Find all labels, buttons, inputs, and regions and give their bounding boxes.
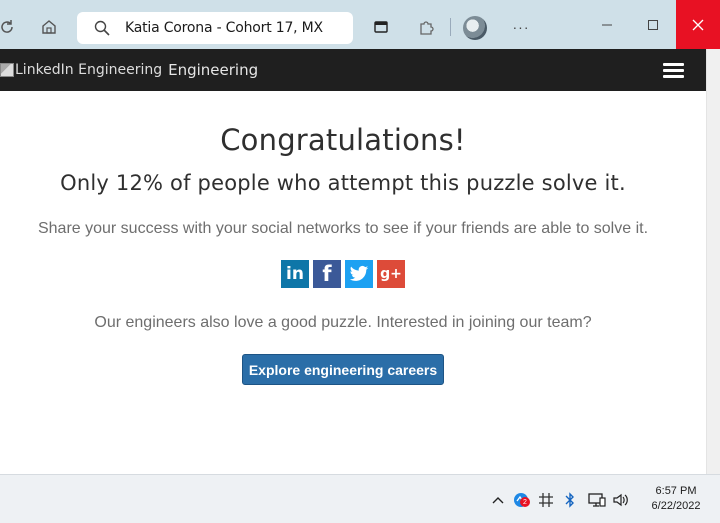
refresh-icon[interactable] xyxy=(0,12,22,42)
windows-taskbar xyxy=(0,474,720,523)
site-header: LinkedIn Engineering Engineering xyxy=(0,49,706,91)
clock-date: 6/22/2022 xyxy=(651,500,701,512)
bluetooth-icon[interactable] xyxy=(561,491,579,509)
main-content: Congratulations! Only 12% of people who … xyxy=(0,91,706,474)
toolbar-separator xyxy=(450,18,451,36)
display-network-icon[interactable] xyxy=(588,491,606,509)
more-options-icon[interactable]: ··· xyxy=(506,12,536,42)
share-text: Share your success with your social netw… xyxy=(37,220,649,237)
twitter-icon[interactable] xyxy=(345,260,373,288)
chevron-up-icon[interactable] xyxy=(489,491,507,509)
page-subtitle: Only 12% of people who attempt this puzz… xyxy=(60,171,626,195)
home-icon[interactable] xyxy=(34,12,64,42)
explore-careers-button[interactable]: Explore engineering careers xyxy=(242,354,444,385)
search-icon xyxy=(94,20,110,36)
tab-actions-icon[interactable] xyxy=(366,12,396,42)
close-button[interactable] xyxy=(676,0,720,49)
page-title: Congratulations! xyxy=(220,123,466,157)
brand-logo-link[interactable]: LinkedIn Engineering Engineering xyxy=(0,61,258,79)
clock-time: 6:57 PM xyxy=(655,485,697,497)
logo-alt-text: LinkedIn Engineering xyxy=(15,62,163,78)
minimize-button[interactable] xyxy=(584,0,630,49)
social-share-buttons: in f g+ xyxy=(281,260,405,288)
notification-badge: 2 xyxy=(520,497,530,507)
broken-image-icon xyxy=(0,63,14,77)
page-scrollbar[interactable] xyxy=(706,49,720,474)
network-grid-icon[interactable] xyxy=(537,491,555,509)
brand-text: Engineering xyxy=(168,61,259,79)
volume-icon[interactable] xyxy=(612,491,630,509)
extensions-icon[interactable] xyxy=(411,12,441,42)
taskbar-clock[interactable]: 6:57 PM 6/22/2022 xyxy=(640,484,712,514)
facebook-icon[interactable]: f xyxy=(313,260,341,288)
address-bar[interactable]: Katia Corona - Cohort 17, MX xyxy=(77,12,353,44)
profile-avatar[interactable] xyxy=(463,16,487,40)
recruiting-text: Our engineers also love a good puzzle. I… xyxy=(94,314,592,331)
hamburger-menu-icon[interactable] xyxy=(663,63,684,78)
address-text: Katia Corona - Cohort 17, MX xyxy=(125,20,323,36)
linkedin-icon[interactable]: in xyxy=(281,260,309,288)
maximize-button[interactable] xyxy=(630,0,676,49)
browser-toolbar: Katia Corona - Cohort 17, MX ··· xyxy=(0,0,720,49)
google-plus-icon[interactable]: g+ xyxy=(377,260,405,288)
